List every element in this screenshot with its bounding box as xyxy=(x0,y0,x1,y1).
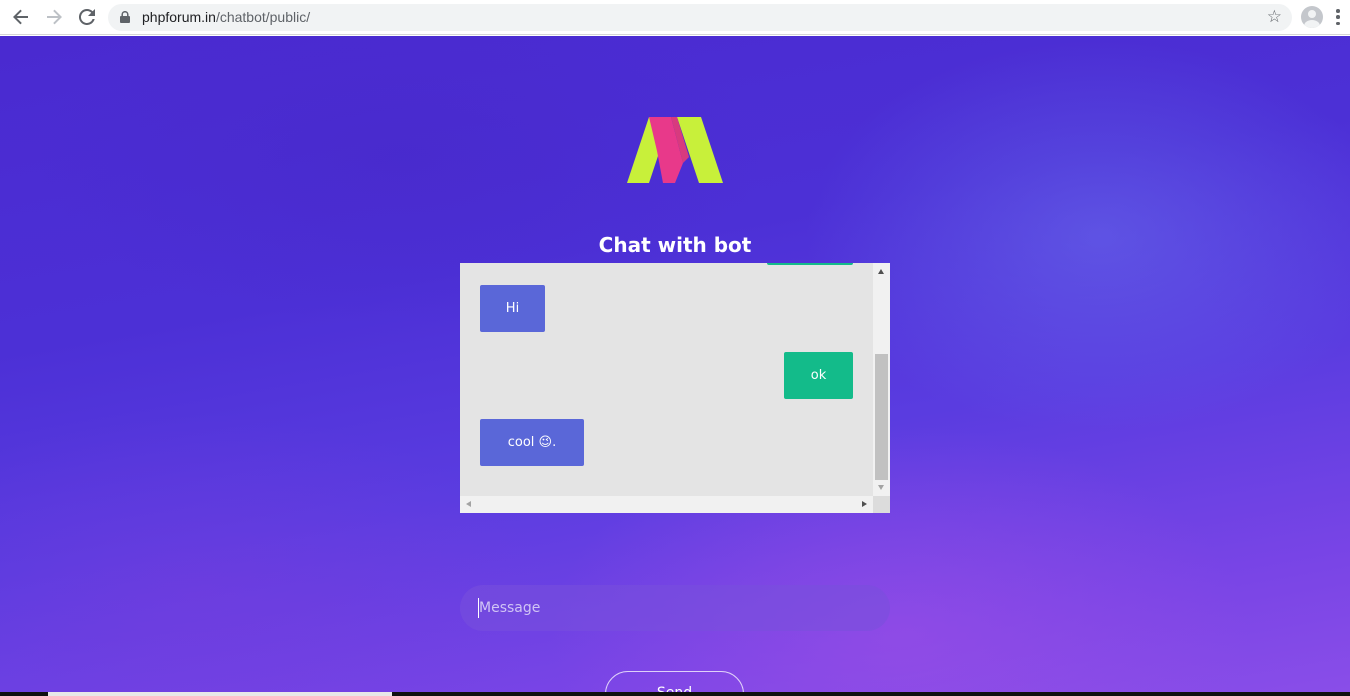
browser-toolbar: phpforum.in/chatbot/public/ ☆ xyxy=(0,0,1350,35)
os-taskbar xyxy=(0,692,1350,696)
back-arrow-icon[interactable] xyxy=(9,5,33,29)
scrollbar-corner xyxy=(873,496,890,513)
scrollbar-thumb[interactable] xyxy=(875,354,888,480)
chat-message-user: ok xyxy=(784,352,853,399)
page-background: Chat with bot Hi ok cool 😉. Send xyxy=(0,36,1350,696)
horizontal-scrollbar[interactable] xyxy=(460,496,873,513)
profile-avatar[interactable] xyxy=(1301,6,1323,28)
chat-message-partial xyxy=(767,263,853,265)
chat-message-bot: cool 😉. xyxy=(480,419,584,466)
scroll-left-arrow-icon[interactable] xyxy=(466,501,471,507)
url-domain: phpforum.in xyxy=(142,9,216,25)
chat-window[interactable]: Hi ok cool 😉. xyxy=(460,263,890,513)
vertical-scrollbar[interactable] xyxy=(873,263,890,496)
page-title: Chat with bot xyxy=(598,233,752,257)
url-text: phpforum.in/chatbot/public/ xyxy=(142,9,310,25)
url-path: /chatbot/public/ xyxy=(215,9,311,25)
scroll-right-arrow-icon[interactable] xyxy=(862,501,867,507)
taskbar-active-item[interactable] xyxy=(48,692,392,696)
reload-icon[interactable] xyxy=(75,5,99,29)
address-bar[interactable]: phpforum.in/chatbot/public/ ☆ xyxy=(108,4,1292,31)
lock-icon xyxy=(120,11,130,23)
scroll-down-arrow-icon[interactable] xyxy=(878,485,884,490)
more-menu-icon[interactable] xyxy=(1336,9,1340,25)
message-input[interactable] xyxy=(460,585,890,631)
chat-message-bot: Hi xyxy=(480,285,545,332)
forward-arrow-icon[interactable] xyxy=(42,5,66,29)
text-caret xyxy=(478,598,479,618)
scroll-up-arrow-icon[interactable] xyxy=(878,269,884,274)
bookmark-star-icon[interactable]: ☆ xyxy=(1267,7,1282,27)
logo-icon xyxy=(627,117,723,183)
